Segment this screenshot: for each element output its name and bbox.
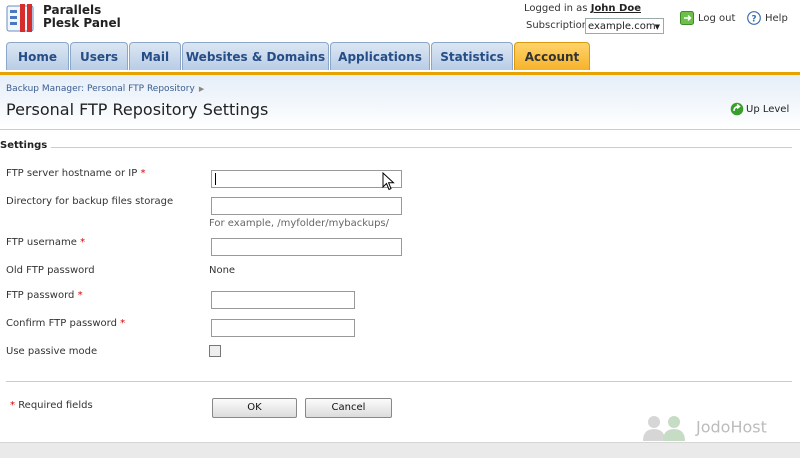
directory-hint: For example, /myfolder/mybackups/ [209,218,390,229]
page-title: Personal FTP Repository Settings [6,100,269,119]
help-link[interactable]: ? Help [747,11,788,25]
required-fields-text: Required fields [18,400,93,411]
required-star: * [140,168,146,179]
required-star: * [77,290,83,301]
confirm-password-input[interactable] [211,319,355,337]
section-divider [51,147,792,148]
chevron-down-icon: ▼ [654,23,660,31]
login-info: Logged in as John Doe [524,3,641,14]
brand-line2: Plesk Panel [43,16,121,30]
help-label: Help [765,13,788,24]
watermark: JodoHost [640,414,767,442]
up-level-label: Up Level [746,104,790,115]
password-label-text: FTP password [6,290,75,301]
old-password-value: None [209,265,236,276]
settings-section-title: Settings [0,140,48,151]
directory-label: Directory for backup files storage [6,196,174,207]
hostname-label-text: FTP server hostname or IP [6,168,138,179]
username-label-text: FTP username [6,237,77,248]
directory-input[interactable] [211,197,402,215]
up-level-link[interactable]: Up Level [730,102,789,116]
tab-account[interactable]: Account [514,42,590,70]
required-star: * [10,400,15,411]
breadcrumb-item[interactable]: Backup Manager: Personal FTP Repository [6,84,195,94]
confirm-password-label: Confirm FTP password * [6,318,125,329]
subscription-label: Subscription [526,20,589,31]
username-input[interactable] [211,238,402,256]
main-tabs: Home Users Mail Websites & Domains Appli… [0,42,800,75]
tab-users[interactable]: Users [70,42,128,70]
subscription-select[interactable]: example.com ▼ [585,18,664,34]
help-icon: ? [747,11,761,25]
password-label: FTP password * [6,290,83,301]
subscription-value: example.com [588,21,656,32]
passive-mode-label: Use passive mode [6,346,98,357]
breadcrumb: Backup Manager: Personal FTP Repository ▶ [6,84,204,94]
plesk-logo-icon [6,4,34,32]
tab-home[interactable]: Home [6,42,69,70]
logout-label: Log out [698,13,736,24]
username-label: FTP username * [6,237,85,248]
hostname-label: FTP server hostname or IP * [6,168,145,179]
form-footer-divider [6,381,792,382]
password-input[interactable] [211,291,355,309]
mouse-pointer-icon [382,172,395,191]
tab-mail[interactable]: Mail [129,42,181,70]
ok-button[interactable]: OK [212,398,297,418]
logout-link[interactable]: Log out [680,11,735,25]
logout-icon [680,11,694,25]
required-star: * [80,237,86,248]
tab-applications[interactable]: Applications [330,42,430,70]
brand-name: Parallels Plesk Panel [43,4,121,30]
user-name-link[interactable]: John Doe [591,3,641,14]
text-caret [215,173,216,185]
svg-text:?: ? [751,15,756,25]
watermark-text: JodoHost [696,417,767,437]
header-divider [0,129,800,130]
passive-mode-checkbox[interactable] [209,345,221,357]
required-fields-note: * Required fields [10,400,93,411]
tab-websites-domains[interactable]: Websites & Domains [182,42,329,70]
cancel-button[interactable]: Cancel [305,398,392,418]
required-star: * [120,318,126,329]
confirm-password-label-text: Confirm FTP password [6,318,117,329]
tab-statistics[interactable]: Statistics [431,42,513,70]
top-bar: Parallels Plesk Panel Logged in as John … [0,0,800,44]
hostname-input[interactable] [211,170,402,188]
old-password-label: Old FTP password [6,265,95,276]
logged-in-label: Logged in as [524,3,588,14]
bottom-bar [0,442,800,458]
users-icon [643,416,685,441]
chevron-right-icon: ▶ [198,85,205,93]
up-level-icon [730,102,744,116]
